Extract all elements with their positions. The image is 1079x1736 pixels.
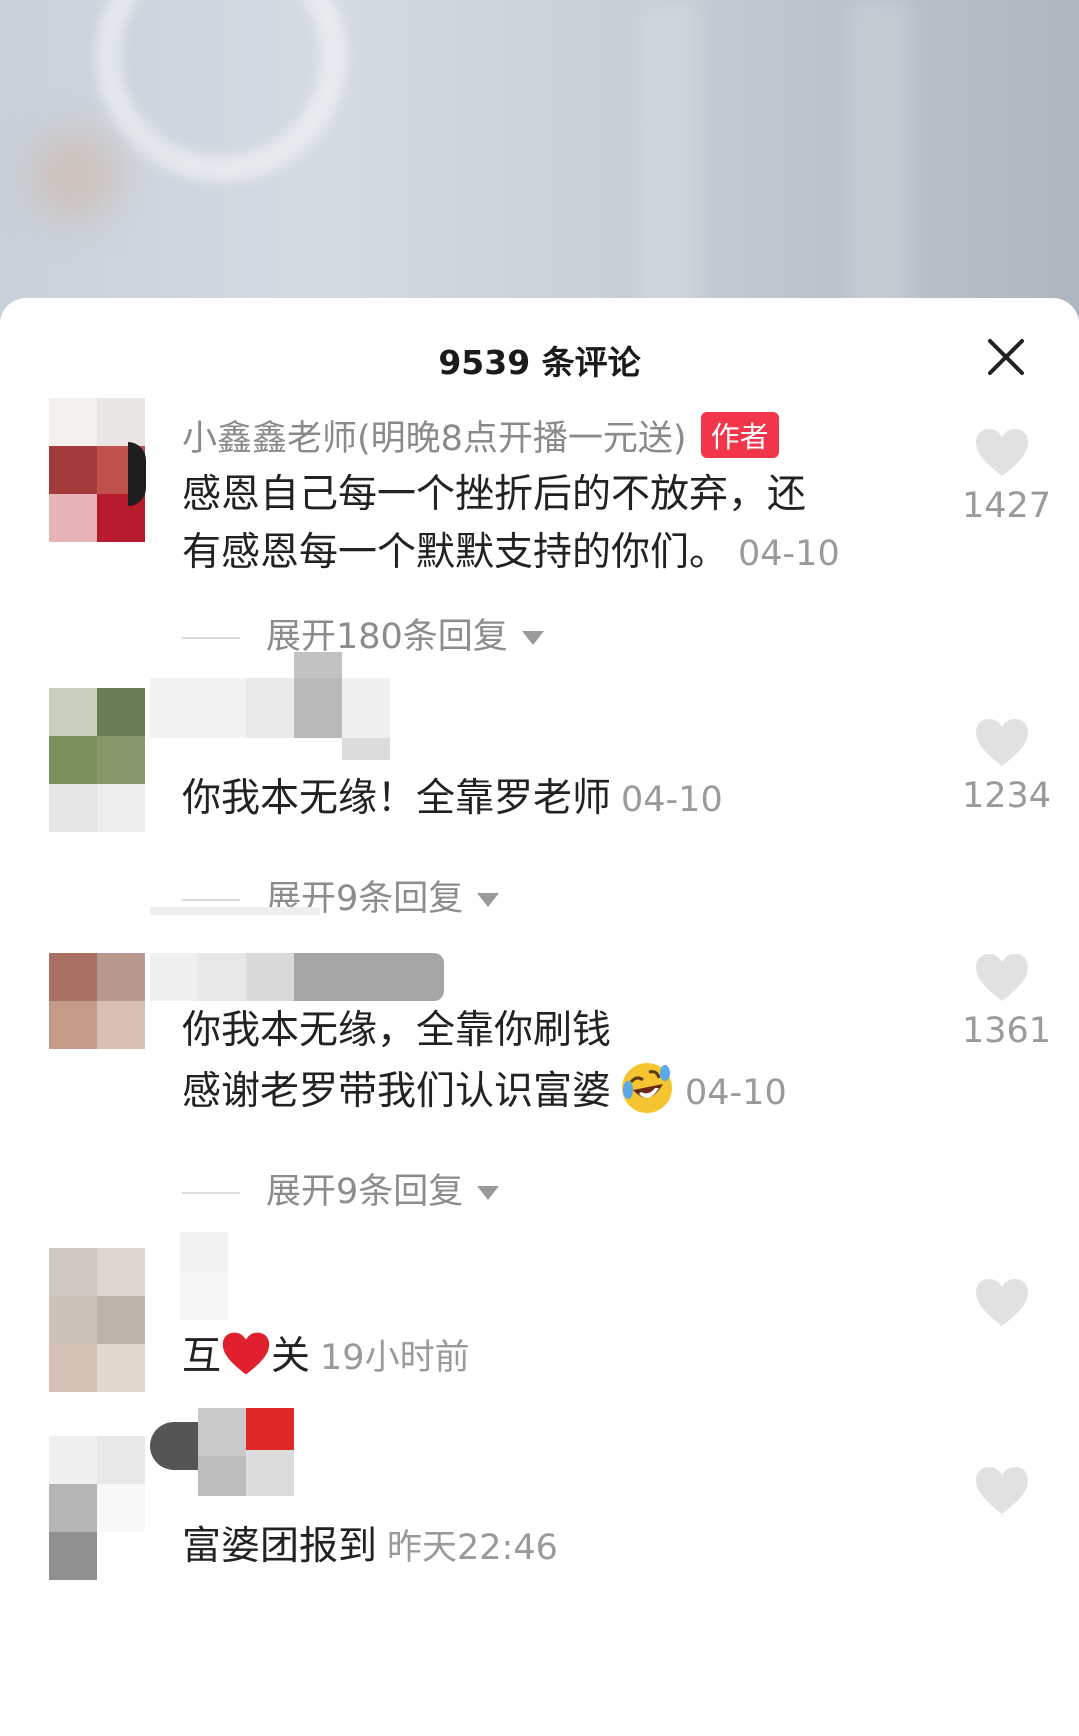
close-icon <box>988 339 1024 375</box>
caret-down-icon <box>477 893 500 907</box>
comment-line: 感恩自己每一个挫折后的不放弃，还 <box>182 472 807 517</box>
commenter-name[interactable]: 小鑫鑫老师(明晚8点开播一元送) <box>182 419 687 459</box>
comment-time: 19小时前 <box>320 1338 470 1378</box>
comment-line: 关 <box>271 1334 311 1379</box>
background-ring-shape <box>95 0 347 182</box>
like-button[interactable] <box>962 1466 1042 1516</box>
background-blur-shape <box>30 130 120 220</box>
avatar[interactable] <box>49 953 145 1049</box>
avatar[interactable] <box>49 1248 145 1392</box>
background-stripe <box>640 0 700 320</box>
comment-text: 你我本无缘，全靠你刷钱 感谢老罗带我们认识富婆 04-10 <box>182 1002 787 1122</box>
caret-down-icon <box>477 1186 500 1200</box>
red-heart-emoji <box>222 1332 270 1375</box>
heart-icon <box>976 719 1028 766</box>
comment-text: 感恩自己每一个挫折后的不放弃，还 有感恩每一个默默支持的你们。 04-10 <box>182 466 840 583</box>
comment-line: 你我本无缘！全靠罗老师 <box>182 776 612 821</box>
avatar[interactable] <box>49 688 145 832</box>
expand-replies-button[interactable]: 展开9条回复 <box>182 1163 500 1214</box>
comments-count-title: 9539 条评论 <box>438 343 641 382</box>
avatar[interactable] <box>49 1436 145 1580</box>
author-badge: 作者 <box>700 412 779 458</box>
comment-line: 富婆团报到 <box>182 1524 378 1569</box>
comment-time: 昨天22:46 <box>387 1528 558 1568</box>
close-button[interactable] <box>986 337 1026 377</box>
comment-time: 04-10 <box>685 1073 787 1113</box>
heart-icon <box>976 429 1028 476</box>
heart-icon <box>976 1279 1028 1326</box>
like-button[interactable]: 1361 <box>962 953 1052 1051</box>
like-count: 1361 <box>962 1011 1052 1051</box>
comment-text: 互 关 19小时前 <box>182 1328 470 1387</box>
heart-icon <box>976 1467 1028 1514</box>
comment-line: 你我本无缘，全靠你刷钱 <box>182 1008 612 1053</box>
like-button[interactable]: 1234 <box>962 718 1052 816</box>
video-background <box>0 0 1079 320</box>
like-count: 1234 <box>962 776 1052 816</box>
divider-line <box>182 899 240 901</box>
comment-text: 你我本无缘！全靠罗老师 04-10 <box>182 770 723 829</box>
comment-line: 有感恩每一个默默支持的你们。 <box>182 530 729 575</box>
expand-replies-label: 展开9条回复 <box>266 1172 464 1212</box>
comment-author-row: 小鑫鑫老师(明晚8点开播一元送) 作者 <box>182 410 779 461</box>
avatar-edge <box>128 442 146 506</box>
expand-replies-button[interactable]: 展开180条回复 <box>182 608 544 659</box>
like-button[interactable]: 1427 <box>962 428 1052 526</box>
background-stripe <box>850 0 910 320</box>
caret-down-icon <box>521 631 544 645</box>
like-button[interactable] <box>962 1278 1042 1328</box>
comment-line: 互 <box>182 1334 222 1379</box>
comments-sheet: 9539 条评论 小鑫鑫老师(明晚8点开播一元送) 作者 感恩自己每一个挫折后的不… <box>0 298 1079 1736</box>
divider-line <box>182 1192 240 1194</box>
comment-time: 04-10 <box>621 780 723 820</box>
rolling-on-floor-laughing-emoji <box>622 1063 673 1113</box>
heart-icon <box>976 954 1028 1001</box>
like-count: 1427 <box>962 486 1052 526</box>
comment-time: 04-10 <box>738 534 840 574</box>
divider-line <box>182 637 240 639</box>
comment-line: 感谢老罗带我们认识富婆 <box>182 1069 612 1114</box>
comment-text: 富婆团报到 昨天22:46 <box>182 1518 558 1577</box>
expand-replies-label: 展开180条回复 <box>266 617 508 657</box>
